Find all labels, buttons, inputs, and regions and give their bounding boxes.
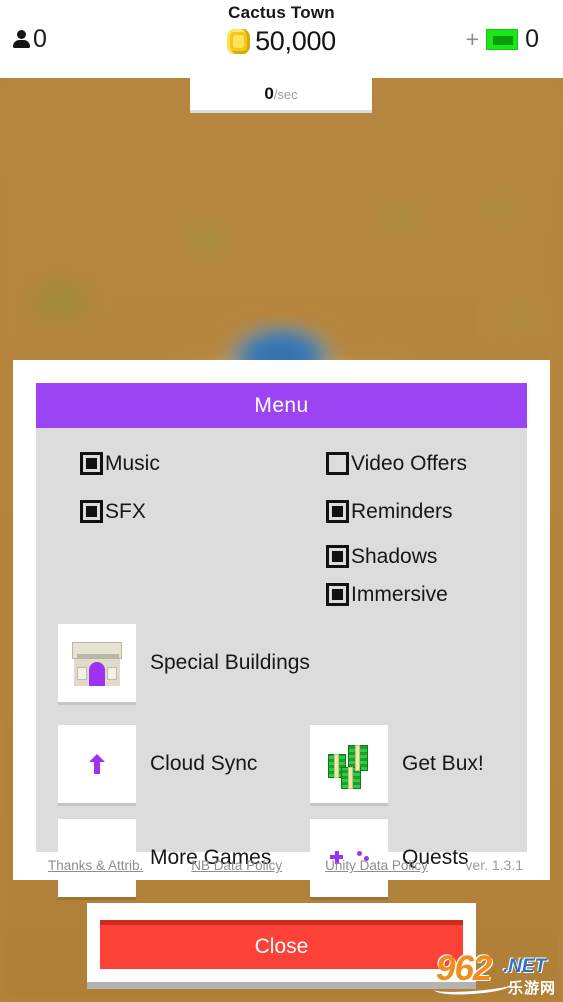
menu-dialog: Menu Music SFX Video Offers Reminders Sh… — [13, 360, 550, 897]
menu-header: Menu — [36, 383, 527, 428]
income-rate-unit: /sec — [273, 86, 298, 102]
gold-coin-icon — [227, 29, 251, 54]
checkbox-checked-icon[interactable] — [326, 500, 349, 523]
menu-footer: Thanks & Attrib. NB Data Policy Unity Da… — [36, 857, 527, 873]
add-bux-button[interactable]: + — [466, 28, 479, 51]
nb-data-policy-link[interactable]: NB Data Policy — [191, 858, 282, 873]
toggle-music[interactable]: Music — [80, 452, 160, 475]
toggle-music-label: Music — [105, 452, 160, 475]
checkbox-checked-icon[interactable] — [80, 500, 103, 523]
get-bux-button[interactable]: Get Bux! — [310, 725, 484, 803]
green-cash-icon — [486, 29, 519, 50]
version-label: ver. 1.3.1 — [465, 857, 523, 873]
get-bux-label: Get Bux! — [402, 752, 484, 776]
toggle-video-offers[interactable]: Video Offers — [326, 452, 467, 475]
toggle-reminders[interactable]: Reminders — [326, 500, 453, 523]
coin-amount: 50,000 — [255, 26, 336, 56]
top-status-bar: 0 Cactus Town 50,000 + 0 — [0, 0, 563, 78]
thanks-attrib-link[interactable]: Thanks & Attrib. — [48, 858, 143, 873]
cloud-sync-label: Cloud Sync — [150, 752, 258, 776]
bux-count: 0 — [525, 25, 539, 53]
page-title: Cactus Town — [228, 3, 335, 22]
checkbox-checked-icon[interactable] — [80, 452, 103, 475]
watermark-domain: .NET — [503, 956, 547, 977]
special-buildings-button[interactable]: Special Buildings — [58, 624, 310, 702]
checkbox-checked-icon[interactable] — [326, 545, 349, 568]
special-buildings-label: Special Buildings — [150, 651, 310, 675]
toggle-reminders-label: Reminders — [351, 500, 453, 523]
toggle-sfx[interactable]: SFX — [80, 500, 146, 523]
toggle-immersive-label: Immersive — [351, 583, 448, 606]
money-stacks-icon — [310, 725, 388, 803]
toggle-immersive[interactable]: Immersive — [326, 583, 448, 606]
checkbox-unchecked-icon[interactable] — [326, 452, 349, 475]
income-rate-tab[interactable]: 0 /sec — [190, 78, 372, 113]
close-card: Close — [87, 903, 476, 989]
settings-toggle-grid: Music SFX Video Offers Reminders Shadows — [36, 444, 527, 612]
cloud-sync-button[interactable]: Cloud Sync — [58, 725, 257, 803]
toggle-shadows[interactable]: Shadows — [326, 545, 437, 568]
toggle-shadows-label: Shadows — [351, 545, 438, 568]
app-screen: 0 Cactus Town 50,000 + 0 0 /sec Menu Mus… — [0, 0, 563, 1002]
menu-title: Menu — [254, 393, 309, 417]
arc-monument-icon — [58, 624, 136, 702]
checkbox-checked-icon[interactable] — [326, 583, 349, 606]
toggle-sfx-label: SFX — [105, 500, 146, 523]
menu-body: Music SFX Video Offers Reminders Shadows — [36, 428, 527, 897]
toggle-video-offers-label: Video Offers — [351, 452, 467, 475]
income-rate-value: 0 — [264, 84, 274, 103]
bux-counter[interactable]: + 0 — [466, 27, 539, 52]
cloud-upload-icon — [58, 725, 136, 803]
watermark: 962 .NET 乐游网 — [430, 939, 563, 1002]
watermark-chinese: 乐游网 — [508, 980, 557, 997]
unity-data-policy-link[interactable]: Unity Data Policy — [325, 858, 428, 873]
close-button[interactable]: Close — [100, 920, 463, 969]
